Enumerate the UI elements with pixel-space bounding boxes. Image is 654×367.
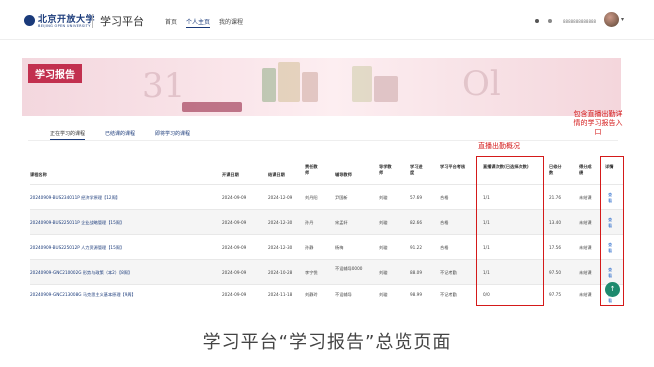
progress: 98.99 — [410, 292, 422, 297]
tab-divider — [28, 140, 618, 141]
grade-status: 未结课 — [579, 292, 592, 297]
top-header: 北京开放大学 BEIJING OPEN UNIVERSITY 学习平台 首页 个… — [0, 0, 654, 40]
column-header: 得分成绩 — [579, 164, 592, 175]
arrow-up-icon[interactable]: ↑ — [605, 282, 620, 297]
start-date: 2024-09-09 — [222, 220, 247, 225]
username[interactable]: 8888888888888 — [563, 19, 596, 24]
main-nav: 首页 个人主页 我的课程 — [165, 17, 243, 28]
guide-teacher: 刘璇 — [379, 195, 388, 200]
column-header: 开课日期 — [222, 172, 239, 177]
grade-status: 未结课 — [579, 245, 592, 250]
guide-teacher: 刘璇 — [379, 245, 388, 250]
course-tabs: 正在学习的课程 已结课的课程 即将学习的课程 — [50, 130, 190, 140]
start-date: 2024-09-09 — [222, 245, 247, 250]
nav-home[interactable]: 首页 — [165, 17, 177, 28]
column-header: 责任教师 — [305, 164, 318, 175]
banner-decoration: 31 — [142, 66, 186, 106]
attendance-highlight-box — [476, 156, 544, 306]
tutor: 不设辅导0000 — [335, 266, 363, 271]
responsible-teacher: 刘静玲 — [305, 292, 318, 297]
annotation-attendance: 直播出勤概况 — [478, 142, 520, 150]
responsible-teacher: 孙丹 — [305, 220, 314, 225]
start-date: 2024-09-09 — [222, 270, 247, 275]
banner-building — [374, 76, 398, 102]
course-name-link[interactable]: 20240909-BUS234011P 经济学原理【12周】 — [30, 195, 120, 201]
platform-assessment: 不记考勤 — [440, 270, 457, 275]
end-date: 2024-10-28 — [268, 270, 293, 275]
end-date: 2024-11-18 — [268, 292, 293, 297]
banner-plaque — [182, 102, 242, 112]
start-date: 2024-09-09 — [222, 292, 247, 297]
course-name-link[interactable]: 20240909-GNC213008G 马克思主义基本原理【9周】 — [30, 292, 136, 298]
responsible-teacher: 刘丹阳 — [305, 195, 318, 200]
guide-teacher: 刘璇 — [379, 270, 388, 275]
score: 97.50 — [549, 270, 561, 275]
banner-building — [278, 62, 300, 102]
grade-status: 未结课 — [579, 195, 592, 200]
column-header: 结课日期 — [268, 172, 285, 177]
avatar[interactable] — [604, 12, 619, 27]
platform-assessment: 合格 — [440, 220, 449, 225]
column-header: 学习平台考核 — [440, 164, 466, 169]
tutor: 杨梅 — [335, 245, 344, 250]
university-emblem-icon — [24, 15, 35, 26]
banner-building — [262, 68, 276, 102]
logo-divider — [92, 14, 93, 28]
column-header: 已修分数 — [549, 164, 562, 175]
grade-status: 未结课 — [579, 220, 592, 225]
end-date: 2024-12-30 — [268, 245, 293, 250]
platform-assessment: 不记考勤 — [440, 292, 457, 297]
notification-icon[interactable] — [535, 19, 539, 23]
message-icon[interactable] — [548, 19, 552, 23]
progress: 88.09 — [410, 270, 422, 275]
course-name-link[interactable]: 20240909-BUS225012P 人力资源管理【15周】 — [30, 245, 124, 251]
score: 21.76 — [549, 195, 561, 200]
start-date: 2024-09-09 — [222, 195, 247, 200]
score: 17.56 — [549, 245, 561, 250]
annotation-details: 包含直播出勤详情的学习报告入口 — [573, 110, 623, 136]
tutor: 不设辅导 — [335, 292, 352, 297]
banner-building — [302, 72, 318, 102]
university-logo-english: BEIJING OPEN UNIVERSITY — [38, 24, 91, 28]
grade-status: 未结课 — [579, 270, 592, 275]
nav-personal-home[interactable]: 个人主页 — [186, 17, 211, 28]
tab-current-courses[interactable]: 正在学习的课程 — [50, 130, 86, 140]
report-banner: 31 Ol 学习报告 — [22, 58, 621, 116]
score: 97.75 — [549, 292, 561, 297]
banner-title: 学习报告 — [28, 64, 82, 83]
progress: 57.69 — [410, 195, 422, 200]
end-date: 2024-12-09 — [268, 195, 293, 200]
column-header: 课程名称 — [30, 172, 47, 177]
nav-my-courses[interactable]: 我的课程 — [219, 17, 243, 28]
platform-title: 学习平台 — [100, 15, 144, 28]
tab-finished-courses[interactable]: 已结课的课程 — [105, 130, 135, 140]
tutor: 宋孟轩 — [335, 220, 348, 225]
figure-caption: 学习平台“学习报告”总览页面 — [202, 332, 452, 353]
platform-assessment: 合格 — [440, 195, 449, 200]
tab-upcoming-courses[interactable]: 即将学习的课程 — [155, 130, 190, 140]
course-name-link[interactable]: 20240909-GNC210002G 形势与政策（本2）【8周】 — [30, 270, 132, 276]
responsible-teacher: 李宁悦 — [305, 270, 318, 275]
progress: 91.22 — [410, 245, 422, 250]
guide-teacher: 刘璇 — [379, 292, 388, 297]
column-header: 导学教师 — [379, 164, 392, 175]
column-header: 学习进度 — [410, 164, 423, 175]
banner-decoration: Ol — [462, 64, 501, 104]
score: 13.40 — [549, 220, 561, 225]
tutor: 尹国新 — [335, 195, 348, 200]
platform-assessment: 合格 — [440, 245, 449, 250]
responsible-teacher: 孙静 — [305, 245, 314, 250]
progress: 82.66 — [410, 220, 422, 225]
guide-teacher: 刘璇 — [379, 220, 388, 225]
banner-building — [352, 66, 372, 102]
chevron-down-icon[interactable]: ▾ — [621, 16, 624, 23]
end-date: 2024-12-30 — [268, 220, 293, 225]
column-header: 辅导教师 — [335, 172, 352, 177]
course-name-link[interactable]: 20240909-BUS225011P 企业战略管理【15周】 — [30, 220, 124, 226]
